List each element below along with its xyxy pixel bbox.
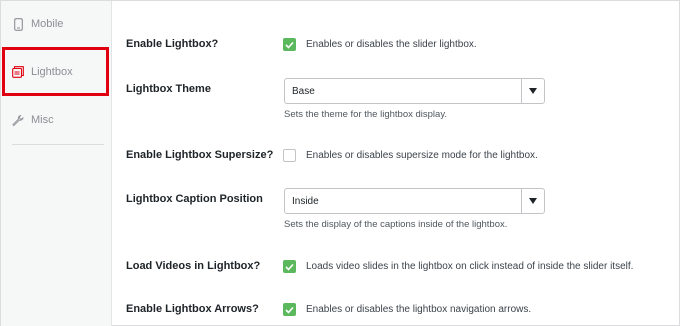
checkmark-icon bbox=[285, 41, 294, 49]
select-separator bbox=[521, 189, 522, 213]
load-videos-label: Load Videos in Lightbox? bbox=[126, 260, 261, 272]
mobile-icon bbox=[12, 17, 24, 31]
sidebar-item-label: Lightbox bbox=[31, 66, 73, 78]
chevron-down-icon bbox=[529, 88, 537, 94]
load-videos-checkbox[interactable] bbox=[283, 260, 296, 273]
checkmark-icon bbox=[285, 306, 294, 314]
sidebar-item-label: Misc bbox=[31, 114, 54, 126]
lightbox-theme-select[interactable]: Base bbox=[284, 78, 545, 104]
caption-position-description: Sets the display of the captions inside … bbox=[284, 219, 508, 230]
enable-supersize-checkbox[interactable] bbox=[283, 149, 296, 162]
wrench-icon bbox=[12, 113, 24, 127]
caption-position-label: Lightbox Caption Position bbox=[126, 193, 263, 205]
sidebar-divider bbox=[12, 144, 104, 145]
sidebar-item-mobile[interactable]: Mobile bbox=[1, 5, 112, 43]
caption-position-select[interactable]: Inside bbox=[284, 188, 545, 214]
enable-arrows-description: Enables or disables the lightbox navigat… bbox=[306, 304, 532, 315]
select-separator bbox=[521, 79, 522, 103]
enable-lightbox-description: Enables or disables the slider lightbox. bbox=[306, 39, 477, 50]
lightbox-theme-label: Lightbox Theme bbox=[126, 83, 211, 95]
checkmark-icon bbox=[285, 263, 294, 271]
select-value: Base bbox=[292, 86, 315, 97]
load-videos-description: Loads video slides in the lightbox on cl… bbox=[306, 261, 634, 272]
sidebar: Mobile Lightbox Misc bbox=[1, 1, 112, 326]
chevron-down-icon bbox=[529, 198, 537, 204]
sidebar-item-lightbox[interactable]: Lightbox bbox=[1, 53, 112, 91]
enable-supersize-description: Enables or disables supersize mode for t… bbox=[306, 150, 538, 161]
lightbox-icon bbox=[12, 65, 24, 79]
enable-supersize-label: Enable Lightbox Supersize? bbox=[126, 149, 274, 161]
enable-lightbox-checkbox[interactable] bbox=[283, 38, 296, 51]
enable-arrows-label: Enable Lightbox Arrows? bbox=[126, 303, 259, 315]
enable-lightbox-label: Enable Lightbox? bbox=[126, 38, 219, 50]
select-value: Inside bbox=[292, 196, 319, 207]
enable-arrows-checkbox[interactable] bbox=[283, 303, 296, 316]
settings-panel: Mobile Lightbox Misc Enable Lightbox? En… bbox=[0, 0, 680, 326]
lightbox-theme-description: Sets the theme for the lightbox display. bbox=[284, 109, 447, 120]
sidebar-item-label: Mobile bbox=[31, 18, 64, 30]
sidebar-item-misc[interactable]: Misc bbox=[1, 101, 112, 139]
